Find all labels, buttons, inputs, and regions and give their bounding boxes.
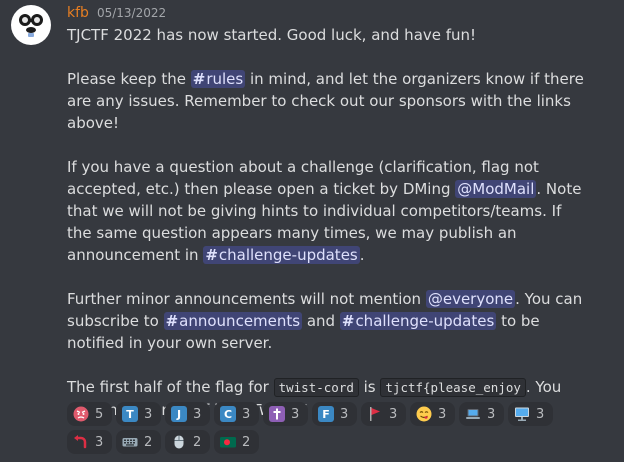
reaction-button[interactable]: F3 bbox=[312, 402, 357, 426]
reaction-count: 3 bbox=[389, 406, 398, 422]
timestamp: 05/13/2022 bbox=[96, 6, 167, 20]
mouse-icon bbox=[171, 434, 187, 450]
reaction-count: 3 bbox=[144, 406, 153, 422]
regional-letter: T bbox=[122, 406, 138, 422]
reaction-button[interactable]: T3 bbox=[116, 402, 161, 426]
reaction-button[interactable]: 2 bbox=[214, 430, 259, 454]
reaction-button[interactable]: 3 bbox=[67, 430, 112, 454]
message-paragraph-4: Further minor announcements will not men… bbox=[67, 288, 587, 354]
text: TJCTF 2022 has now started. Good luck, a… bbox=[67, 26, 477, 44]
channel-mention-announcements[interactable]: #announcements bbox=[163, 312, 303, 330]
curving-arrow-icon bbox=[73, 434, 89, 450]
reaction-count: 3 bbox=[536, 406, 545, 422]
reaction-button[interactable]: 2 bbox=[165, 430, 210, 454]
channel-name: announcements bbox=[179, 312, 301, 330]
reaction-button[interactable]: 3 bbox=[508, 402, 553, 426]
reaction-count: 2 bbox=[193, 434, 202, 450]
reaction-count: 3 bbox=[291, 406, 300, 422]
inline-code: tjctf{please_enjoy bbox=[380, 378, 526, 397]
regional-f-icon: F bbox=[318, 406, 334, 422]
text: and bbox=[302, 312, 340, 330]
reaction-count: 2 bbox=[242, 434, 251, 450]
username[interactable]: kfb bbox=[67, 5, 89, 21]
reaction-count: 3 bbox=[438, 406, 447, 422]
regional-t-icon: T bbox=[122, 406, 138, 422]
keyboard-icon bbox=[122, 434, 138, 450]
hash-icon: # bbox=[205, 246, 218, 264]
reaction-count: 3 bbox=[487, 406, 496, 422]
avatar[interactable] bbox=[10, 4, 52, 46]
text: Further minor announcements will not men… bbox=[67, 290, 426, 308]
channel-mention-rules[interactable]: #rules bbox=[190, 70, 246, 88]
bangladesh-flag-icon bbox=[220, 434, 236, 450]
regional-letter: C bbox=[220, 406, 236, 422]
chat-message: kfb 05/13/2022 TJCTF 2022 has now starte… bbox=[0, 0, 624, 462]
yum-face-icon bbox=[416, 406, 432, 422]
reaction-button[interactable]: 3 bbox=[361, 402, 406, 426]
laptop-icon bbox=[465, 406, 481, 422]
latin-cross-icon bbox=[269, 406, 285, 422]
reaction-count: 3 bbox=[340, 406, 349, 422]
inline-code: twist-cord bbox=[273, 378, 359, 397]
text: Please keep the bbox=[67, 70, 191, 88]
text: is bbox=[358, 378, 381, 396]
channel-name: challenge-updates bbox=[218, 246, 358, 264]
regional-letter: F bbox=[318, 406, 334, 422]
everyone-mention[interactable]: @everyone bbox=[425, 290, 516, 308]
angry-face-icon bbox=[73, 406, 89, 422]
reaction-count: 3 bbox=[242, 406, 251, 422]
hash-icon: # bbox=[341, 312, 355, 330]
triangular-flag-icon bbox=[367, 406, 383, 422]
reaction-count: 2 bbox=[144, 434, 153, 450]
message-paragraph-2: Please keep the #rules in mind, and let … bbox=[67, 68, 587, 134]
reaction-button[interactable]: C3 bbox=[214, 402, 259, 426]
reaction-button[interactable]: 3 bbox=[459, 402, 504, 426]
reaction-button[interactable]: 5 bbox=[67, 402, 112, 426]
reaction-button[interactable]: 2 bbox=[116, 430, 161, 454]
hash-icon: # bbox=[165, 312, 179, 330]
regional-j-icon: J bbox=[171, 406, 187, 422]
regional-c-icon: C bbox=[220, 406, 236, 422]
channel-mention-challenge-updates[interactable]: #challenge-updates bbox=[203, 246, 360, 264]
hash-icon: # bbox=[192, 70, 206, 88]
message-paragraph-3: If you have a question about a challenge… bbox=[67, 156, 587, 266]
reaction-count: 3 bbox=[193, 406, 202, 422]
message-body: TJCTF 2022 has now started. Good luck, a… bbox=[67, 24, 587, 421]
message-header: kfb 05/13/2022 bbox=[67, 5, 166, 23]
regional-letter: J bbox=[171, 406, 187, 422]
desktop-computer-icon bbox=[514, 406, 530, 422]
reaction-button[interactable]: J3 bbox=[165, 402, 210, 426]
reactions-bar: 5T3J3C33F333333222 bbox=[67, 402, 567, 454]
channel-mention-challenge-updates[interactable]: #challenge-updates bbox=[339, 312, 497, 330]
reaction-count: 3 bbox=[95, 434, 104, 450]
text: . bbox=[359, 246, 365, 264]
reaction-button[interactable]: 3 bbox=[410, 402, 455, 426]
reaction-count: 5 bbox=[95, 406, 104, 422]
message-line-1: TJCTF 2022 has now started. Good luck, a… bbox=[67, 24, 587, 46]
text: The first half of the flag for bbox=[67, 378, 274, 396]
reaction-button[interactable]: 3 bbox=[263, 402, 308, 426]
channel-name: rules bbox=[206, 70, 244, 88]
user-mention-modmail[interactable]: @ModMail bbox=[455, 180, 537, 198]
channel-name: challenge-updates bbox=[355, 312, 495, 330]
